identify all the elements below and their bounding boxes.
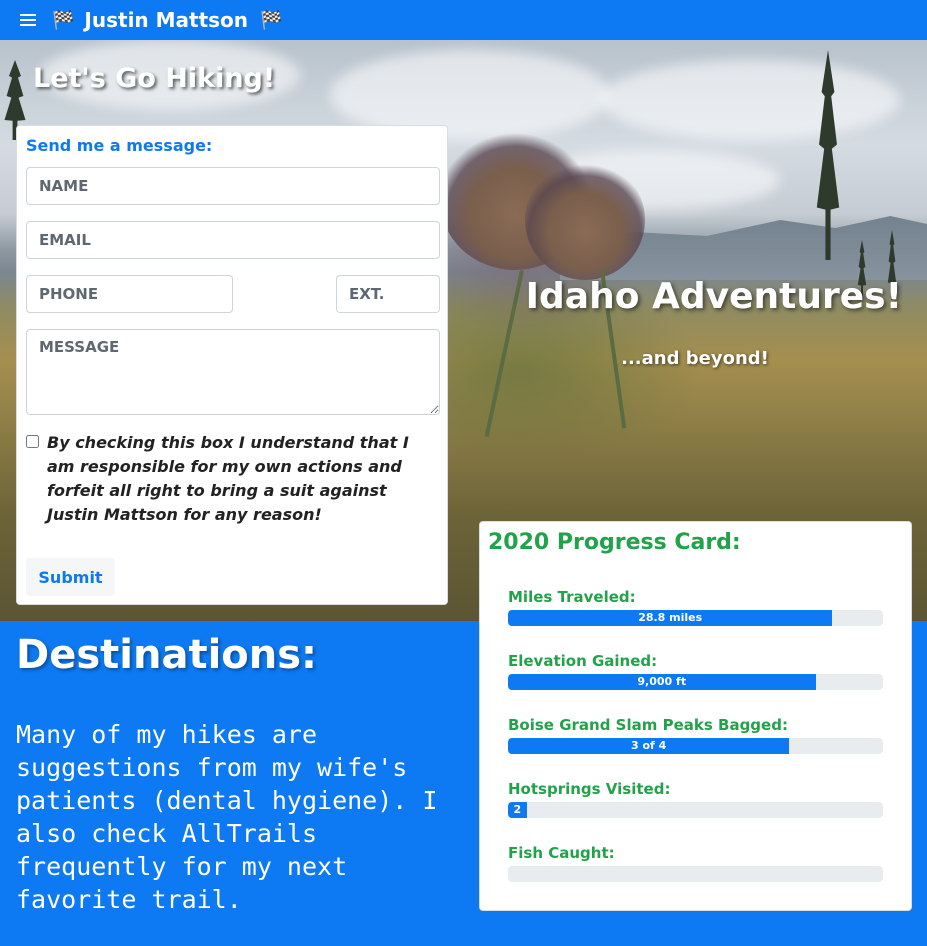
email-input[interactable] [26,221,440,259]
metric-label-fish: Fish Caught: [508,844,615,862]
progress-card: 2020 Progress Card: Miles Traveled: 28.8… [479,521,912,911]
contact-form: Send me a message: By checking this box … [16,125,448,605]
progress-fill-elevation: 9,000 ft [508,674,816,690]
destinations-body: Many of my hikes are suggestions from my… [16,720,438,914]
destinations-title: Destinations: [16,632,318,678]
form-legend: Send me a message: [26,136,213,155]
progress-bar-fish [508,866,883,882]
hero-heading: Let's Go Hiking! [33,63,276,94]
metric-label-hotsprings: Hotsprings Visited: [508,780,671,798]
progress-bar-peaks: 3 of 4 [508,738,883,754]
metric-label-elevation: Elevation Gained: [508,652,658,670]
agreement-text: By checking this box I understand that I… [47,433,409,524]
metric-label-peaks: Boise Grand Slam Peaks Bagged: [508,716,788,734]
agreement-checkbox[interactable] [26,435,39,448]
progress-card-title: 2020 Progress Card: [488,530,741,555]
progress-fill-hotsprings: 2 [508,802,527,818]
hero-title: Idaho Adventures! [525,276,902,317]
progress-fill-miles: 28.8 miles [508,610,833,626]
phone-ext-input[interactable] [336,275,440,313]
progress-fill-peaks: 3 of 4 [508,738,790,754]
agreement-row: By checking this box I understand that I… [26,431,436,527]
submit-button[interactable]: Submit [26,558,115,596]
message-textarea[interactable] [26,329,440,415]
name-input[interactable] [26,167,440,205]
progress-bar-hotsprings: 2 [508,802,883,818]
site-title[interactable]: Justin Mattson [84,8,248,32]
metric-label-miles: Miles Traveled: [508,588,636,606]
hamburger-menu-icon[interactable] [20,14,36,26]
progress-bar-miles: 28.8 miles [508,610,883,626]
top-navbar: 🏁 Justin Mattson 🏁 [0,0,927,40]
progress-bar-elevation: 9,000 ft [508,674,883,690]
hero-subtitle: ...and beyond! [621,348,769,369]
phone-input[interactable] [26,275,233,313]
checkered-flag-icon: 🏁 [260,9,283,31]
checkered-flag-icon: 🏁 [52,9,75,31]
